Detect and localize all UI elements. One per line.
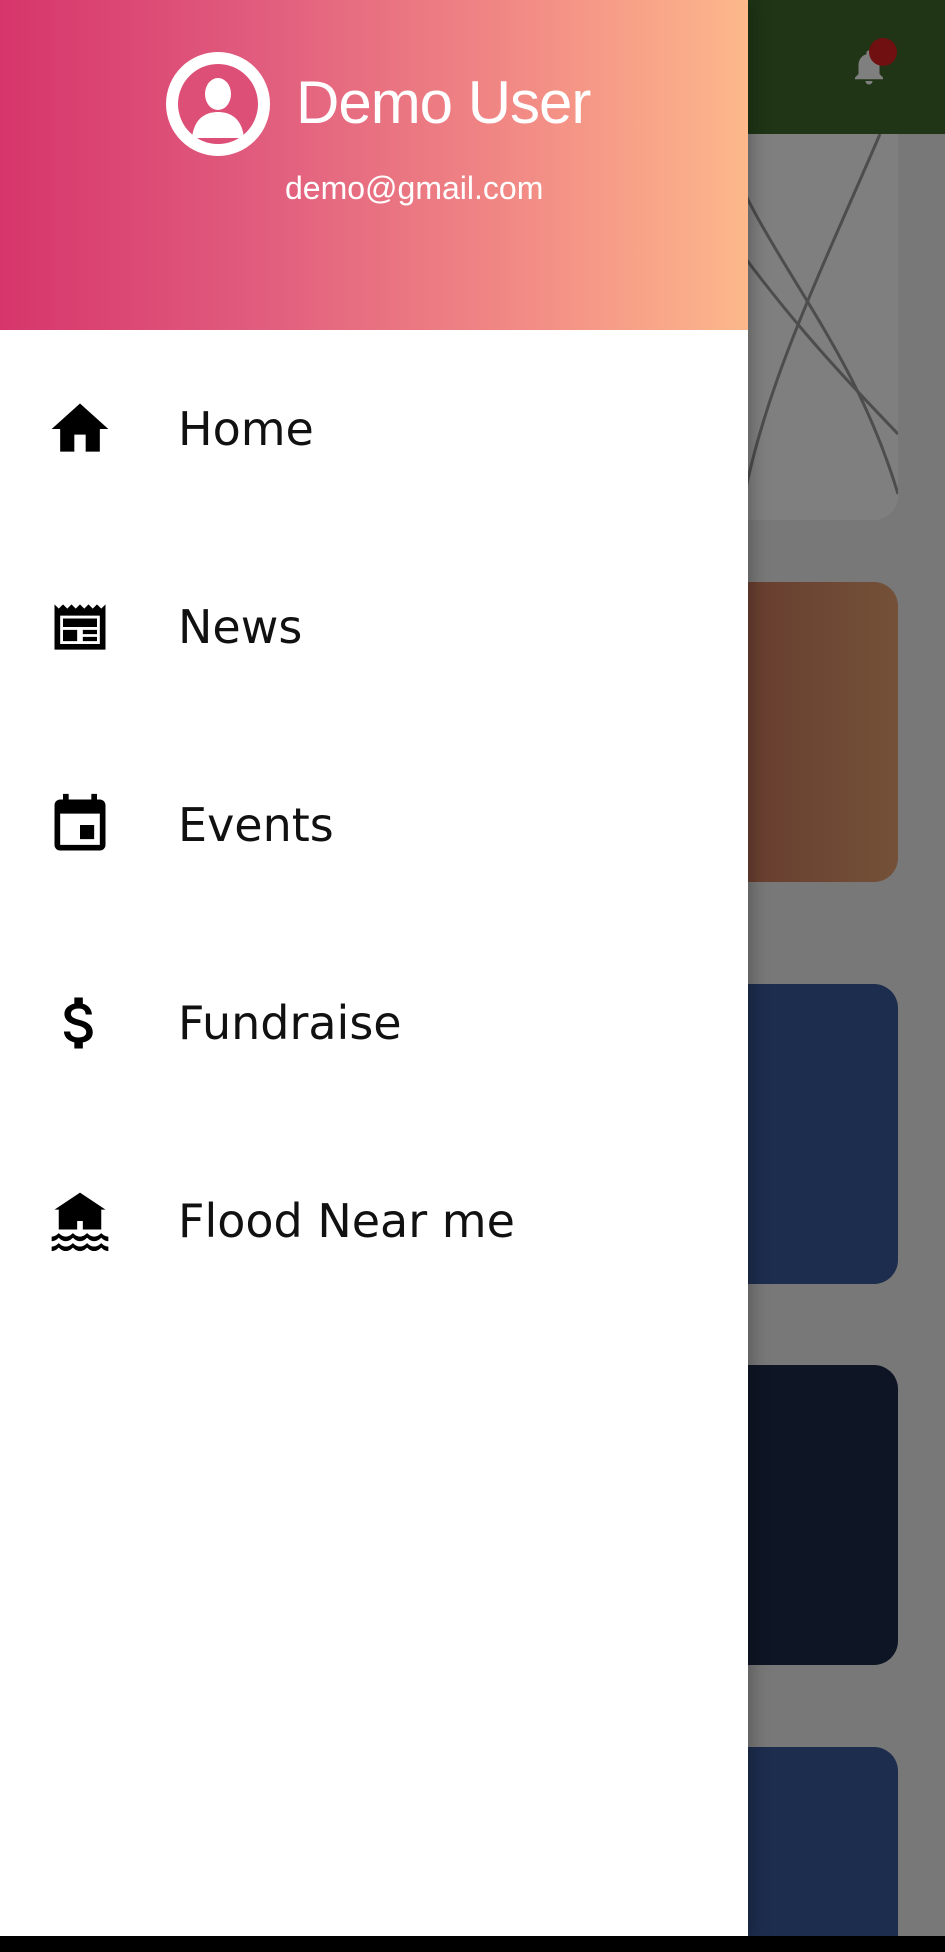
menu-item-label: Fundraise bbox=[178, 996, 402, 1050]
system-navigation-bar bbox=[0, 1936, 945, 1952]
newspaper-icon bbox=[46, 593, 114, 661]
menu-item-label: Flood Near me bbox=[178, 1194, 515, 1248]
screen: Demo User demo@gmail.com Home News Event… bbox=[0, 0, 945, 1952]
user-silhouette-icon bbox=[178, 64, 258, 144]
flood-icon bbox=[46, 1187, 114, 1255]
menu-item-news[interactable]: News bbox=[0, 528, 748, 726]
menu-item-home[interactable]: Home bbox=[0, 330, 748, 528]
home-icon bbox=[46, 395, 114, 463]
avatar[interactable] bbox=[166, 52, 270, 156]
menu-item-label: News bbox=[178, 600, 303, 654]
dollar-icon bbox=[46, 989, 114, 1057]
drawer-header: Demo User demo@gmail.com bbox=[0, 0, 748, 330]
menu-item-events[interactable]: Events bbox=[0, 726, 748, 924]
menu-item-fundraise[interactable]: Fundraise bbox=[0, 924, 748, 1122]
navigation-drawer: Demo User demo@gmail.com Home News Event… bbox=[0, 0, 748, 1936]
user-name: Demo User bbox=[296, 69, 591, 136]
calendar-icon bbox=[46, 791, 114, 859]
menu-item-label: Home bbox=[178, 402, 314, 456]
drawer-menu: Home News Events Fundraise Flood Near me bbox=[0, 330, 748, 1320]
user-email: demo@gmail.com bbox=[285, 170, 544, 206]
menu-item-flood-near-me[interactable]: Flood Near me bbox=[0, 1122, 748, 1320]
menu-item-label: Events bbox=[178, 798, 334, 852]
